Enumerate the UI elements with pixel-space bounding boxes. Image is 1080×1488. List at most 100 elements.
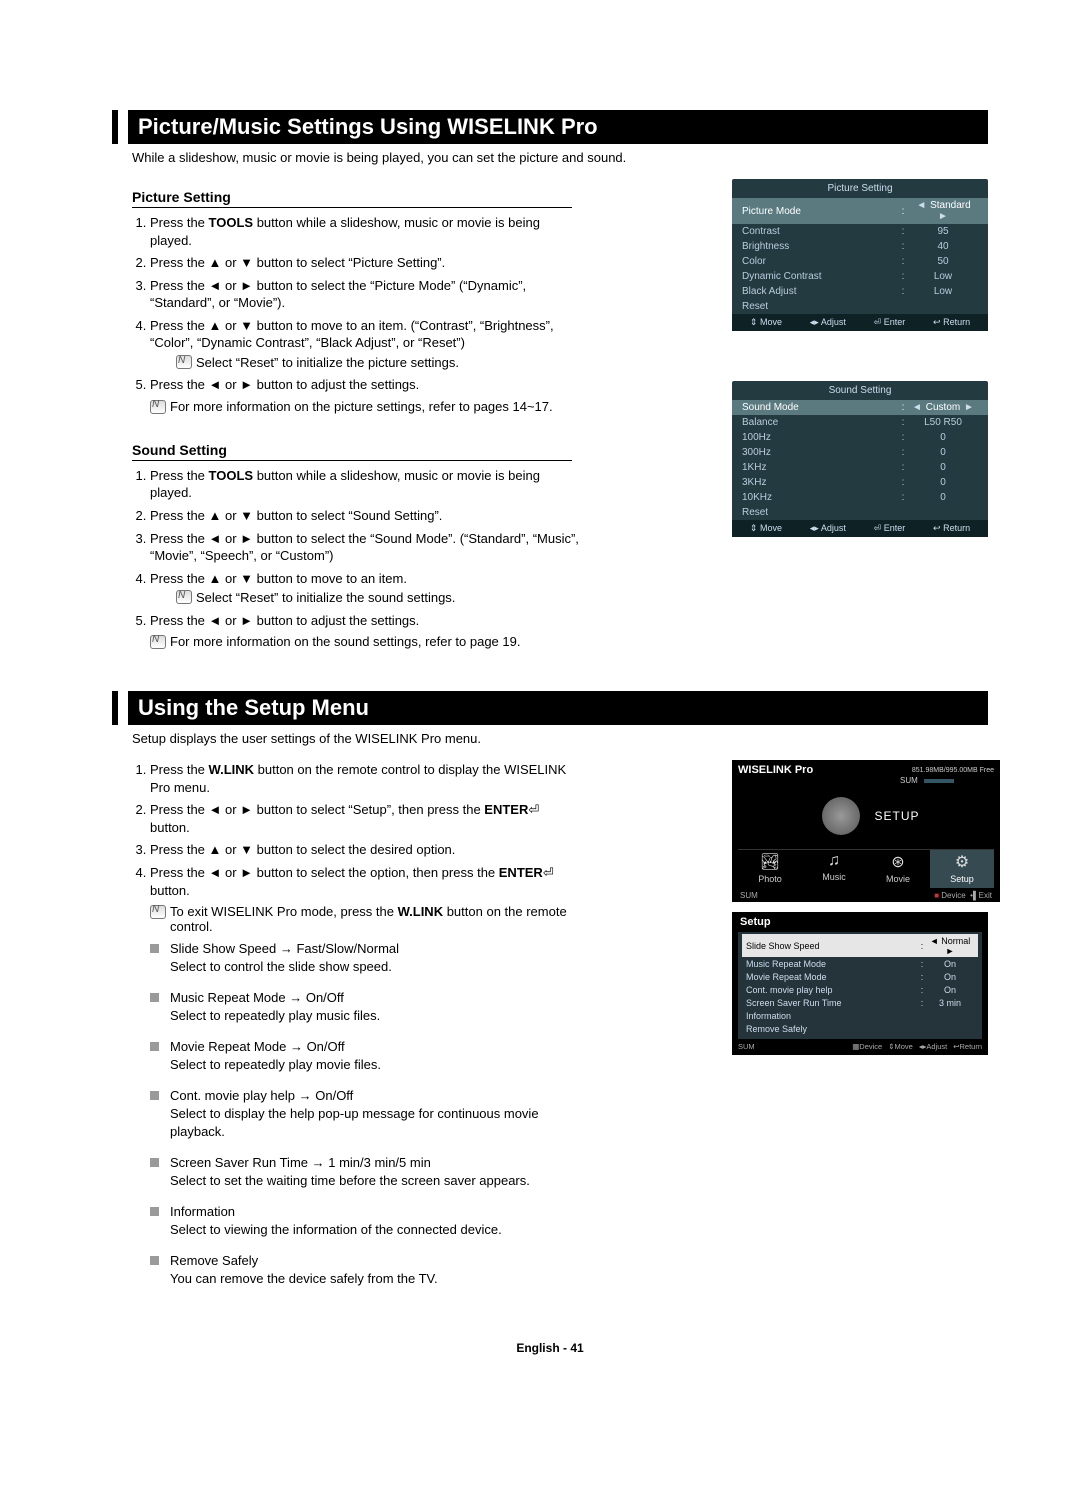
bullet-title: Information (170, 1203, 582, 1221)
bullet-title: Cont. movie play help → On/Off (170, 1087, 582, 1105)
setup-osd-row-label: Information (746, 1011, 918, 1021)
osd-row-label: Picture Mode (742, 206, 898, 217)
osd-row-label: Sound Mode (742, 402, 898, 413)
bullet-desc: Select to display the help pop-up messag… (170, 1105, 582, 1140)
osd-footer-item: ◂▸ Adjust (810, 317, 846, 328)
left-arrow-icon[interactable]: ◄ (915, 200, 927, 211)
osd-row-value: 0 (908, 492, 978, 503)
right-arrow-icon[interactable]: ► (937, 211, 949, 222)
osd-row[interactable]: 100Hz:0 (732, 430, 988, 445)
osd-row-value: 40 (908, 241, 978, 252)
enter-icon: ⏎ (528, 802, 539, 817)
bullet-title: Remove Safely (170, 1252, 582, 1270)
osd-row[interactable]: 3KHz:0 (732, 475, 988, 490)
sound-step-2: Press the ▲ or ▼ button to select “Sound… (150, 507, 582, 525)
music-icon: ♫ (806, 852, 862, 870)
setup-osd-row-value: On (926, 959, 974, 969)
picture-step-4-note: NSelect “Reset” to initialize the pictur… (176, 354, 582, 372)
setup-bullet: Music Repeat Mode → On/OffSelect to repe… (150, 989, 582, 1024)
picture-step-1: Press the TOOLS button while a slideshow… (150, 214, 582, 249)
osd-sound-title: Sound Setting (732, 381, 988, 400)
osd-setup-title: Setup (732, 912, 988, 932)
osd-row-label: 3KHz (742, 477, 898, 488)
right-arrow-icon[interactable]: ► (963, 402, 975, 413)
bullet-title: Music Repeat Mode → On/Off (170, 989, 582, 1007)
sound-setting-heading: Sound Setting (132, 442, 572, 461)
wlp-tab-label: Movie (886, 874, 910, 884)
left-arrow-icon[interactable]: ◄ (911, 402, 923, 413)
setup-osd-row[interactable]: Information (742, 1009, 978, 1022)
setup-step-1: Press the W.LINK button on the remote co… (150, 761, 582, 796)
setup-osd-row[interactable]: Movie Repeat Mode:On (742, 970, 978, 983)
osd-row-value: 95 (908, 226, 978, 237)
setup-osd-row[interactable]: Slide Show Speed:◄ Normal ► (742, 934, 978, 957)
sound-step-4: Press the ▲ or ▼ button to move to an it… (150, 570, 582, 607)
osd-footer-item: ↩ Return (933, 523, 970, 534)
setup-osd-row-label: Remove Safely (746, 1024, 918, 1034)
osd-row-value: ◄ Custom ► (908, 402, 978, 413)
picture-step-5: Press the ◄ or ► button to adjust the se… (150, 376, 582, 394)
osd-row[interactable]: Picture Mode:◄ Standard ► (732, 198, 988, 224)
setup-osd-foot-item: ◂▸Adjust (919, 1042, 947, 1051)
osd-row[interactable]: 300Hz:0 (732, 445, 988, 460)
wlp-tab-music[interactable]: ♫ Music (802, 850, 866, 888)
bullet-desc: Select to repeatedly play movie files. (170, 1056, 582, 1074)
bullet-desc: Select to set the waiting time before th… (170, 1172, 582, 1190)
osd-sound: Sound Setting Sound Mode:◄ Custom ►Balan… (732, 381, 988, 537)
osd-footer-item: ⏎ Enter (874, 523, 906, 534)
osd-row[interactable]: Black Adjust:Low (732, 284, 988, 299)
osd-row-label: 1KHz (742, 462, 898, 473)
setup-osd-row[interactable]: Music Repeat Mode:On (742, 957, 978, 970)
setup-osd-row[interactable]: Remove Safely (742, 1022, 978, 1035)
osd-row-label: 100Hz (742, 432, 898, 443)
bullet-title: Screen Saver Run Time → 1 min/3 min/5 mi… (170, 1154, 582, 1172)
setup-osd-row-value: On (926, 985, 974, 995)
picture-endnote: NFor more information on the picture set… (150, 399, 582, 414)
wlp-tab-photo[interactable]: 🏞 Photo (738, 850, 802, 888)
picture-steps: Press the TOOLS button while a slideshow… (150, 214, 582, 394)
osd-row[interactable]: 10KHz:0 (732, 490, 988, 505)
gear-icon (822, 797, 860, 835)
wlp-tab-setup[interactable]: ⚙Setup (930, 850, 994, 888)
osd-row[interactable]: Contrast:95 (732, 224, 988, 239)
osd-row[interactable]: Brightness:40 (732, 239, 988, 254)
setup-osd-foot-left: SUM (738, 1042, 755, 1051)
left-arrow-icon[interactable]: ◄ (930, 936, 939, 946)
section-heading-1-wrap: Picture/Music Settings Using WISELINK Pr… (112, 110, 988, 144)
photo-icon: 🏞 (742, 852, 798, 872)
osd-row[interactable]: 1KHz:0 (732, 460, 988, 475)
wlp-tab-label: Photo (758, 874, 782, 884)
setup-osd-foot-item: ⇕Move (888, 1042, 913, 1051)
wlp-tab-label: Music (822, 872, 846, 882)
page: Picture/Music Settings Using WISELINK Pr… (0, 0, 1080, 1395)
osd-row-value: 0 (908, 432, 978, 443)
osd-picture: Picture Setting Picture Mode:◄ Standard … (732, 179, 988, 331)
osd-row-value: 50 (908, 256, 978, 267)
section2-intro: Setup displays the user settings of the … (132, 731, 988, 746)
bullet-desc: Select to control the slide show speed. (170, 958, 582, 976)
osd-row[interactable]: Color:50 (732, 254, 988, 269)
osd-footer-item: ⇕ Move (750, 317, 782, 328)
wlp-tab-movie[interactable]: ⊛Movie (866, 850, 930, 888)
setup-osd-row-label: Cont. movie play help (746, 985, 918, 995)
setup-osd-row[interactable]: Cont. movie play help:On (742, 983, 978, 996)
setup-osd-row[interactable]: Screen Saver Run Time:3 min (742, 996, 978, 1009)
osd-row[interactable]: Reset (732, 299, 988, 314)
setup-steps: Press the W.LINK button on the remote co… (150, 761, 582, 899)
osd-row[interactable]: Sound Mode:◄ Custom ► (732, 400, 988, 415)
osd-row[interactable]: Balance:L50 R50 (732, 415, 988, 430)
osd-row[interactable]: Dynamic Contrast:Low (732, 269, 988, 284)
osd-setup: Setup Slide Show Speed:◄ Normal ►Music R… (732, 912, 988, 1055)
bullet-title: Movie Repeat Mode → On/Off (170, 1038, 582, 1056)
osd-footer-item: ◂▸ Adjust (810, 523, 846, 534)
osd-row-value: Low (908, 271, 978, 282)
setup-bullet: Remove SafelyYou can remove the device s… (150, 1252, 582, 1287)
osd-row-label: Black Adjust (742, 286, 898, 297)
osd-row-value: 0 (908, 447, 978, 458)
osd-row-value: L50 R50 (908, 417, 978, 428)
right-arrow-icon[interactable]: ► (946, 946, 955, 956)
osd-row-label: 10KHz (742, 492, 898, 503)
osd-row[interactable]: Reset (732, 505, 988, 520)
osd-picture-title: Picture Setting (732, 179, 988, 198)
wlp-tabs: 🏞 Photo ♫ Music ⊛Movie⚙Setup (738, 849, 994, 888)
